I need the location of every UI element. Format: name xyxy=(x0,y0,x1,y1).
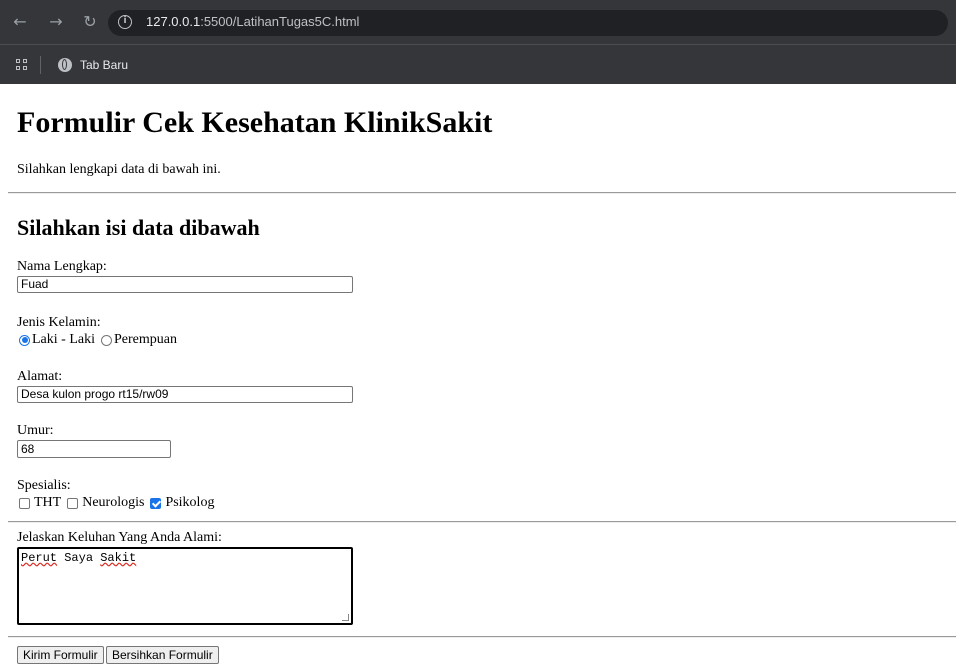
resize-handle[interactable] xyxy=(342,614,349,621)
url-path: :5500/LatihanTugas5C.html xyxy=(200,14,360,29)
info-icon[interactable]: i xyxy=(118,15,132,29)
divider xyxy=(8,636,956,638)
checkbox-neurologis[interactable] xyxy=(67,497,79,509)
bookmark-tab-baru[interactable]: Tab Baru xyxy=(58,55,128,75)
spesialis-label: Spesialis: xyxy=(17,478,71,493)
back-icon[interactable]: ← xyxy=(10,12,30,32)
jenis-kelamin-group: Laki - Laki Perempuan xyxy=(19,332,183,348)
umur-input[interactable]: 68 xyxy=(17,440,171,458)
section-title: Silahkan isi data dibawah xyxy=(17,215,260,240)
keluhan-label: Jelaskan Keluhan Yang Anda Alami: xyxy=(17,530,222,545)
reload-icon[interactable]: ↻ xyxy=(80,12,100,32)
nama-label: Nama Lengkap: xyxy=(17,259,107,274)
jenis-kelamin-label: Jenis Kelamin: xyxy=(17,315,101,330)
page-title: Formulir Cek Kesehatan KlinikSakit xyxy=(17,106,493,139)
checkbox-psikolog[interactable] xyxy=(150,497,162,509)
bookmark-divider xyxy=(40,56,41,74)
umur-label: Umur: xyxy=(17,423,54,438)
globe-icon xyxy=(58,58,72,72)
checkbox-label-tht: THT xyxy=(34,495,62,510)
apps-icon[interactable] xyxy=(16,59,28,71)
forward-icon[interactable]: → xyxy=(46,12,66,32)
submit-button[interactable]: Kirim Formulir xyxy=(17,646,104,664)
keluhan-word: Perut xyxy=(21,551,58,565)
radio-laki-laki[interactable] xyxy=(19,334,30,346)
keluhan-textarea[interactable]: Perut Saya Sakit xyxy=(17,547,353,625)
nama-input[interactable]: Fuad xyxy=(17,276,353,293)
alamat-input[interactable]: Desa kulon progo rt15/rw09 xyxy=(17,386,353,403)
bookmarks-bar: Tab Baru xyxy=(0,44,956,84)
spesialis-group: THT Neurologis Psikolog xyxy=(19,495,220,511)
bookmark-label: Tab Baru xyxy=(80,58,129,72)
alamat-label: Alamat: xyxy=(17,369,63,384)
checkbox-tht[interactable] xyxy=(19,497,30,509)
url-host: 127.0.0.1 xyxy=(146,14,201,29)
radio-perempuan[interactable] xyxy=(100,334,112,346)
keluhan-word: Saya xyxy=(64,551,94,565)
radio-label-perempuan: Perempuan xyxy=(113,332,177,347)
keluhan-word: Sakit xyxy=(100,551,137,565)
divider xyxy=(8,521,956,523)
reset-button[interactable]: Bersihkan Formulir xyxy=(106,646,219,664)
url-text[interactable]: 127.0.0.1:5500/LatihanTugas5C.html xyxy=(146,14,359,29)
divider xyxy=(8,192,956,194)
checkbox-label-psikolog: Psikolog xyxy=(165,495,215,510)
intro-text: Silahkan lengkapi data di bawah ini. xyxy=(17,162,221,177)
radio-label-laki-laki: Laki - Laki xyxy=(32,332,95,347)
checkbox-label-neurologis: Neurologis xyxy=(82,495,145,510)
